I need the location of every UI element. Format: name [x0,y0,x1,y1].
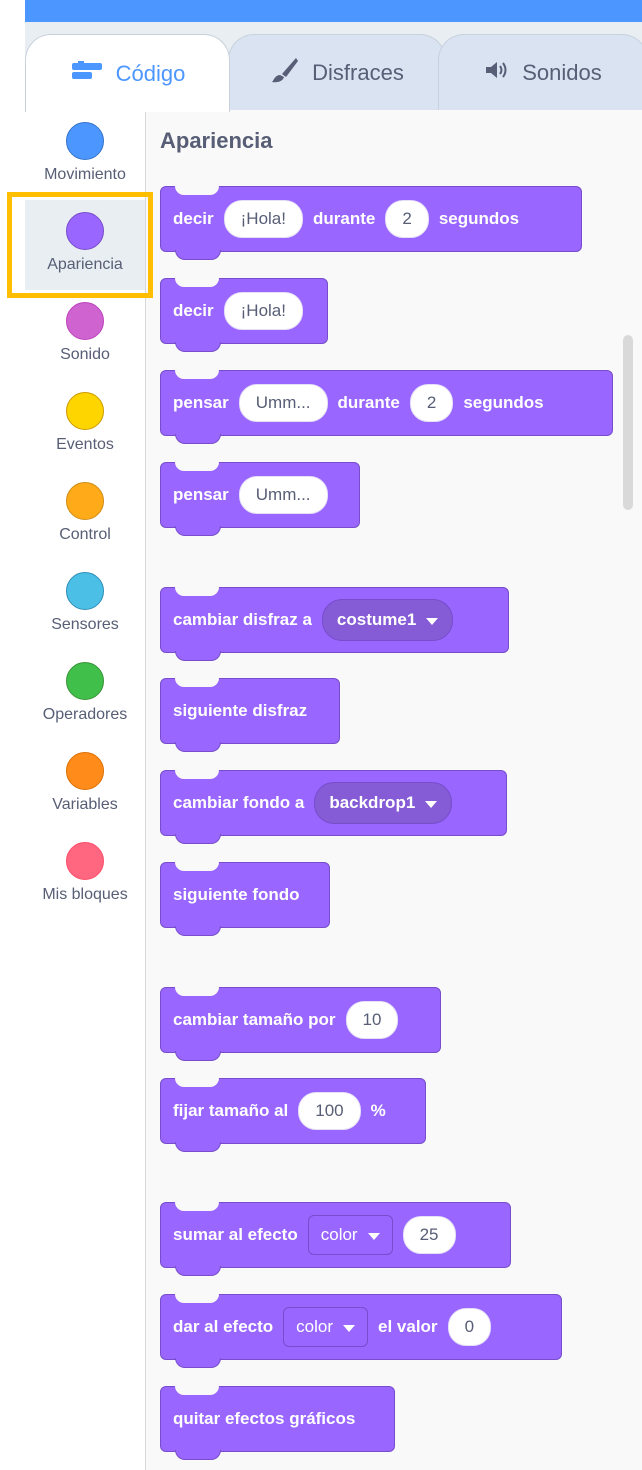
sensing-dot-icon [66,572,104,610]
seconds-input[interactable]: 2 [409,384,454,422]
block-next-backdrop[interactable]: siguiente fondo [160,862,330,936]
effect-value-input[interactable]: 25 [402,1216,456,1254]
control-dot-icon [66,482,104,520]
my-blocks-dot-icon [66,842,104,880]
backdrop-dropdown[interactable]: backdrop1 [314,782,453,824]
palette-scrollbar[interactable] [623,335,633,510]
block-text: dar al efecto [173,1317,274,1336]
category-label: Variables [52,796,118,813]
operators-dot-icon [66,662,104,700]
block-text: cambiar disfraz a [173,610,312,629]
block-text: % [370,1101,386,1120]
category-my-blocks[interactable]: Mis bloques [25,830,145,920]
category-operators[interactable]: Operadores [25,650,145,740]
category-variables[interactable]: Variables [25,740,145,830]
dropdown-arrow-icon [343,1324,356,1332]
category-sound[interactable]: Sonido [25,290,145,380]
block-text: segundos [438,209,520,228]
tab-label: Código [115,60,186,86]
block-say-for-secs[interactable]: decir ¡Hola! durante 2 segundos [160,186,582,260]
block-text: siguiente disfraz [173,701,308,720]
category-control[interactable]: Control [25,470,145,560]
block-text: sumar al efecto [173,1225,298,1244]
message-input[interactable]: Umm... [238,476,328,514]
block-next-costume[interactable]: siguiente disfraz [160,678,340,752]
block-change-size[interactable]: cambiar tamaño por 10 [160,987,441,1061]
block-text: pensar [173,393,229,412]
block-text: cambiar tamaño por [173,1010,336,1029]
category-events[interactable]: Eventos [25,380,145,470]
tab-costumes[interactable]: Disfraces [228,34,446,110]
category-sensing[interactable]: Sensores [25,560,145,650]
selection-highlight [7,192,153,298]
block-text: decir [173,209,214,228]
block-switch-costume[interactable]: cambiar disfraz a costume1 [160,587,509,661]
dropdown-value: color [296,1317,334,1336]
dropdown-arrow-icon [367,1232,380,1240]
costume-dropdown[interactable]: costume1 [321,599,454,641]
dropdown-arrow-icon [425,800,438,808]
block-text: quitar efectos gráficos [173,1409,356,1428]
effect-dropdown[interactable]: color [283,1307,369,1347]
menu-bar [25,0,642,22]
block-clear-effects[interactable]: quitar efectos gráficos [160,1386,395,1460]
block-think-for-secs[interactable]: pensar Umm... durante 2 segundos [160,370,613,444]
category-label: Eventos [56,436,114,453]
sound-dot-icon [66,302,104,340]
block-text: durante [313,209,376,228]
category-label: Control [59,526,111,543]
category-menu: Movimiento Apariencia Sonido Eventos Con… [25,110,146,1470]
block-text: fijar tamaño al [173,1101,289,1120]
message-input[interactable]: ¡Hola! [223,200,303,238]
tab-label: Disfraces [312,59,404,85]
effect-dropdown[interactable]: color [307,1215,393,1255]
variables-dot-icon [66,752,104,790]
block-text: cambiar fondo a [173,793,305,812]
size-input[interactable]: 100 [298,1092,361,1130]
seconds-input[interactable]: 2 [385,200,429,238]
message-input[interactable]: Umm... [238,384,328,422]
palette-heading: Apariencia [160,128,273,153]
tab-label: Sonidos [522,59,602,85]
block-text: siguiente fondo [173,885,300,904]
code-icon [70,60,104,87]
category-label: Sonido [60,346,110,363]
block-say[interactable]: decir ¡Hola! [160,278,328,352]
tab-code[interactable]: Código [25,34,230,112]
dropdown-value: color [320,1225,358,1244]
category-label: Sensores [51,616,119,633]
block-text: el valor [378,1317,438,1336]
dropdown-value: costume1 [336,610,417,629]
effect-value-input[interactable]: 0 [447,1308,492,1346]
block-text: durante [337,393,400,412]
category-motion[interactable]: Movimiento [25,110,145,200]
block-text: pensar [173,485,229,504]
events-dot-icon [66,392,104,430]
block-change-effect[interactable]: sumar al efecto color 25 [160,1202,511,1276]
tab-sounds[interactable]: Sonidos [438,34,642,110]
category-label: Mis bloques [42,886,128,903]
block-text: decir [173,301,214,320]
brush-icon [270,56,300,90]
speaker-icon [484,60,510,86]
block-text: segundos [463,393,544,412]
motion-dot-icon [66,122,104,160]
dropdown-value: backdrop1 [329,793,416,812]
block-switch-backdrop[interactable]: cambiar fondo a backdrop1 [160,770,507,844]
category-label: Operadores [42,706,128,723]
block-set-size[interactable]: fijar tamaño al 100 % [160,1078,426,1152]
size-input[interactable]: 10 [345,1001,399,1039]
category-label: Movimiento [44,166,126,183]
message-input[interactable]: ¡Hola! [223,292,303,330]
block-think[interactable]: pensar Umm... [160,462,360,536]
block-set-effect[interactable]: dar al efecto color el valor 0 [160,1294,562,1368]
dropdown-arrow-icon [426,617,439,625]
